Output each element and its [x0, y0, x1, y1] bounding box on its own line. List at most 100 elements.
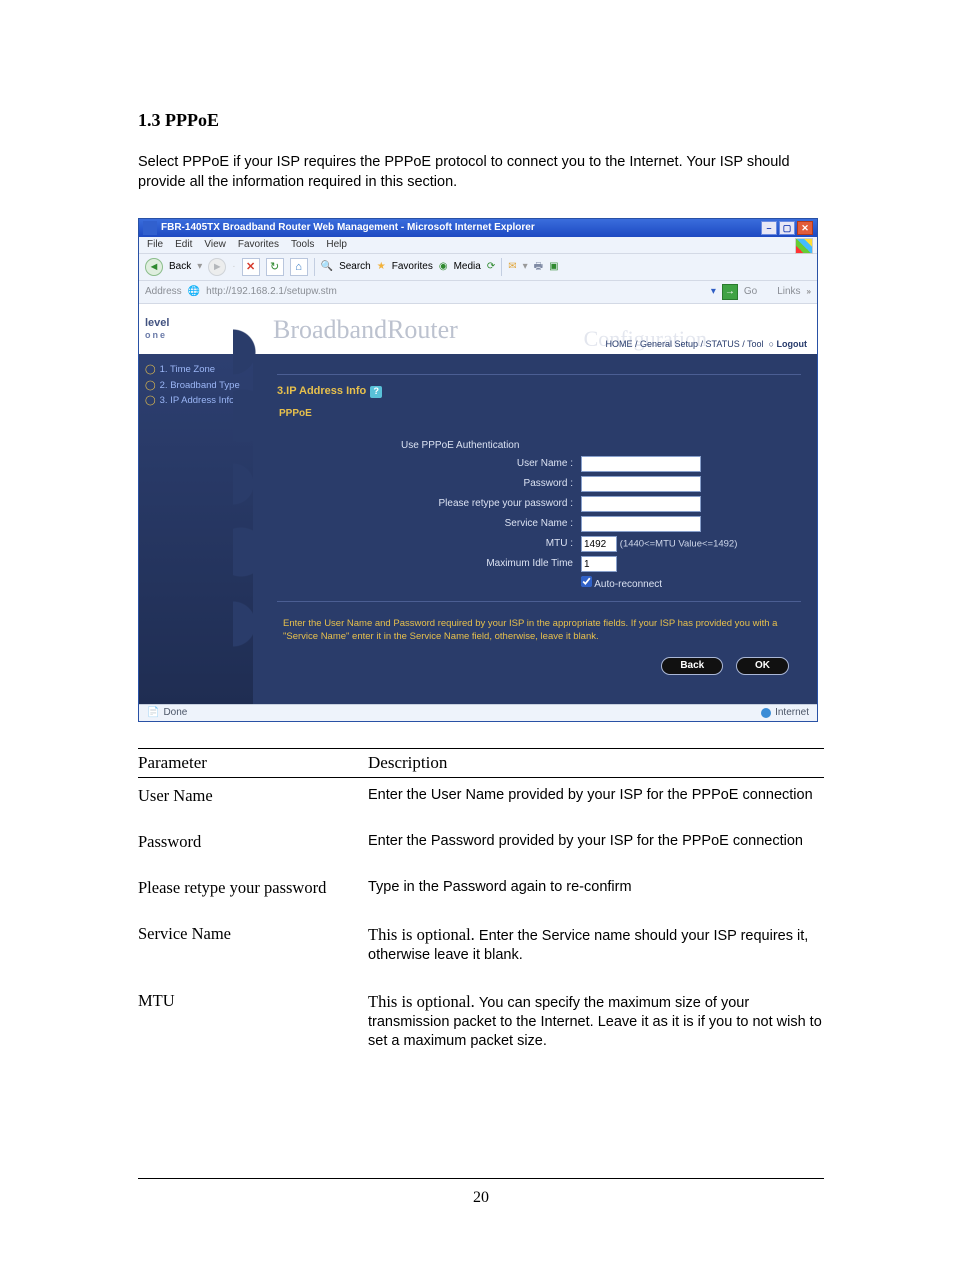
go-label[interactable]: Go: [744, 286, 757, 298]
menu-tools[interactable]: Tools: [291, 239, 314, 251]
th-desc: Description: [368, 749, 824, 778]
brand-big: BroadbandRouter: [273, 314, 458, 345]
minimize-button[interactable]: –: [761, 221, 777, 235]
mtu-note: (1440<=MTU Value<=1492): [620, 539, 738, 550]
back-dropdown-icon[interactable]: ▾: [197, 261, 202, 273]
help-icon[interactable]: ?: [370, 386, 382, 398]
nav-list: ◯1. Time Zone ◯2. Broadband Type ◯3. IP …: [139, 354, 253, 416]
crumb-tool[interactable]: Tool: [747, 339, 764, 349]
status-left: Done: [163, 707, 187, 719]
menu-edit[interactable]: Edit: [175, 239, 192, 251]
label-autoreconnect: Auto-reconnect: [594, 579, 662, 590]
back-pill-button[interactable]: Back: [661, 657, 723, 675]
menu-view[interactable]: View: [204, 239, 226, 251]
links-label[interactable]: Links: [777, 286, 800, 298]
statusbar: 📄 Done Internet: [139, 704, 817, 721]
logo: level one: [139, 304, 253, 354]
rule-2: [277, 601, 801, 602]
history-icon[interactable]: ⟳: [487, 261, 495, 273]
breadcrumbs: HOME / General Setup / STATUS / Tool ○ L…: [605, 339, 807, 350]
rule: [277, 374, 801, 375]
address-dropdown-icon[interactable]: ▾: [711, 286, 716, 298]
label-idle: Maximum Idle Time: [397, 554, 577, 574]
print-icon[interactable]: 🖶: [534, 261, 543, 273]
favorites-label[interactable]: Favorites: [392, 261, 433, 273]
favorites-icon[interactable]: ★: [377, 261, 386, 273]
address-input[interactable]: http://192.168.2.1/setupw.stm: [206, 286, 705, 298]
page-number: 20: [138, 1178, 824, 1207]
logo-line2: one: [145, 330, 247, 341]
ok-pill-button[interactable]: OK: [736, 657, 789, 675]
menu-file[interactable]: File: [147, 239, 163, 251]
input-service[interactable]: [581, 516, 701, 532]
label-username: User Name :: [397, 454, 577, 474]
close-button[interactable]: ✕: [797, 221, 813, 235]
label-mtu: MTU :: [397, 534, 577, 554]
row-service: Service Name This is optional. Enter the…: [138, 916, 824, 983]
home-button[interactable]: ⌂: [290, 258, 308, 276]
th-param: Parameter: [138, 749, 368, 778]
addressbar: Address 🌐 http://192.168.2.1/setupw.stm …: [139, 281, 817, 304]
row-mtu: MTU This is optional. You can specify th…: [138, 983, 824, 1069]
input-retype[interactable]: [581, 496, 701, 512]
links-expand-icon[interactable]: »: [807, 287, 811, 297]
nav-broadband[interactable]: ◯2. Broadband Type: [145, 378, 247, 393]
form-group-label: Use PPPoE Authentication: [397, 438, 741, 454]
label-password: Password :: [397, 474, 577, 494]
back-button[interactable]: ◄: [145, 258, 163, 276]
main: BroadbandRouter Configuration HOME / Gen…: [253, 304, 817, 704]
actions: Back OK: [277, 649, 801, 689]
window-titlebar: FBR-1405TX Broadband Router Web Manageme…: [139, 219, 817, 237]
go-button[interactable]: →: [722, 284, 738, 300]
maximize-button[interactable]: ▢: [779, 221, 795, 235]
logo-line1: level: [145, 317, 247, 330]
section-title: 1.3 PPPoE: [138, 110, 824, 131]
page-done-icon: 📄: [147, 707, 159, 719]
menu-help[interactable]: Help: [326, 239, 347, 251]
row-password: Password Enter the Password provided by …: [138, 824, 824, 870]
window-title: FBR-1405TX Broadband Router Web Manageme…: [161, 222, 535, 234]
logout-link[interactable]: Logout: [777, 339, 808, 349]
row-username: User Name Enter the User Name provided b…: [138, 778, 824, 825]
menu-favorites[interactable]: Favorites: [238, 239, 279, 251]
banner: BroadbandRouter Configuration HOME / Gen…: [253, 304, 817, 354]
stop-button[interactable]: ✕: [242, 258, 260, 276]
ie-icon: [143, 221, 157, 235]
windows-flag-icon: [795, 238, 813, 254]
menubar: File Edit View Favorites Tools Help: [139, 237, 817, 254]
input-username[interactable]: [581, 456, 701, 472]
row-retype: Please retype your password Type in the …: [138, 870, 824, 916]
input-mtu[interactable]: [581, 536, 617, 552]
form-table: Use PPPoE Authentication User Name : Pas…: [397, 438, 741, 593]
page-icon: 🌐: [188, 286, 200, 298]
input-password[interactable]: [581, 476, 701, 492]
screenshot-container: FBR-1405TX Broadband Router Web Manageme…: [138, 218, 818, 722]
nav-ipaddress[interactable]: ◯3. IP Address Info: [145, 393, 247, 408]
forward-button[interactable]: ►: [208, 258, 226, 276]
status-right: Internet: [775, 707, 809, 719]
search-label[interactable]: Search: [339, 261, 371, 273]
media-label[interactable]: Media: [454, 261, 481, 273]
refresh-button[interactable]: ↻: [266, 258, 284, 276]
search-icon[interactable]: 🔍: [321, 261, 333, 273]
sidebar: level one ◯1. Time Zone ◯2. Broadband Ty…: [139, 304, 253, 704]
input-idle[interactable]: [581, 556, 617, 572]
crumb-home[interactable]: HOME: [605, 339, 632, 349]
separator: [314, 258, 315, 276]
content: 3.IP Address Info ? PPPoE Use PPPoE Auth…: [253, 354, 817, 703]
mail-icon[interactable]: ✉: [508, 261, 516, 273]
crumb-status[interactable]: STATUS: [706, 339, 740, 349]
checkbox-autoreconnect[interactable]: [581, 576, 592, 587]
separator-2: [501, 258, 502, 276]
back-label[interactable]: Back: [169, 261, 191, 273]
label-service: Service Name :: [397, 514, 577, 534]
page-subheading: PPPoE: [277, 408, 801, 420]
router-page: level one ◯1. Time Zone ◯2. Broadband Ty…: [139, 304, 817, 704]
crumb-gs[interactable]: General Setup: [640, 339, 698, 349]
internet-zone-icon: [761, 708, 771, 718]
nav-timezone[interactable]: ◯1. Time Zone: [145, 362, 247, 377]
discuss-icon[interactable]: ▣: [549, 261, 558, 273]
address-label: Address: [145, 286, 182, 298]
media-icon[interactable]: ◉: [439, 261, 448, 273]
intro-text: Select PPPoE if your ISP requires the PP…: [138, 153, 824, 192]
